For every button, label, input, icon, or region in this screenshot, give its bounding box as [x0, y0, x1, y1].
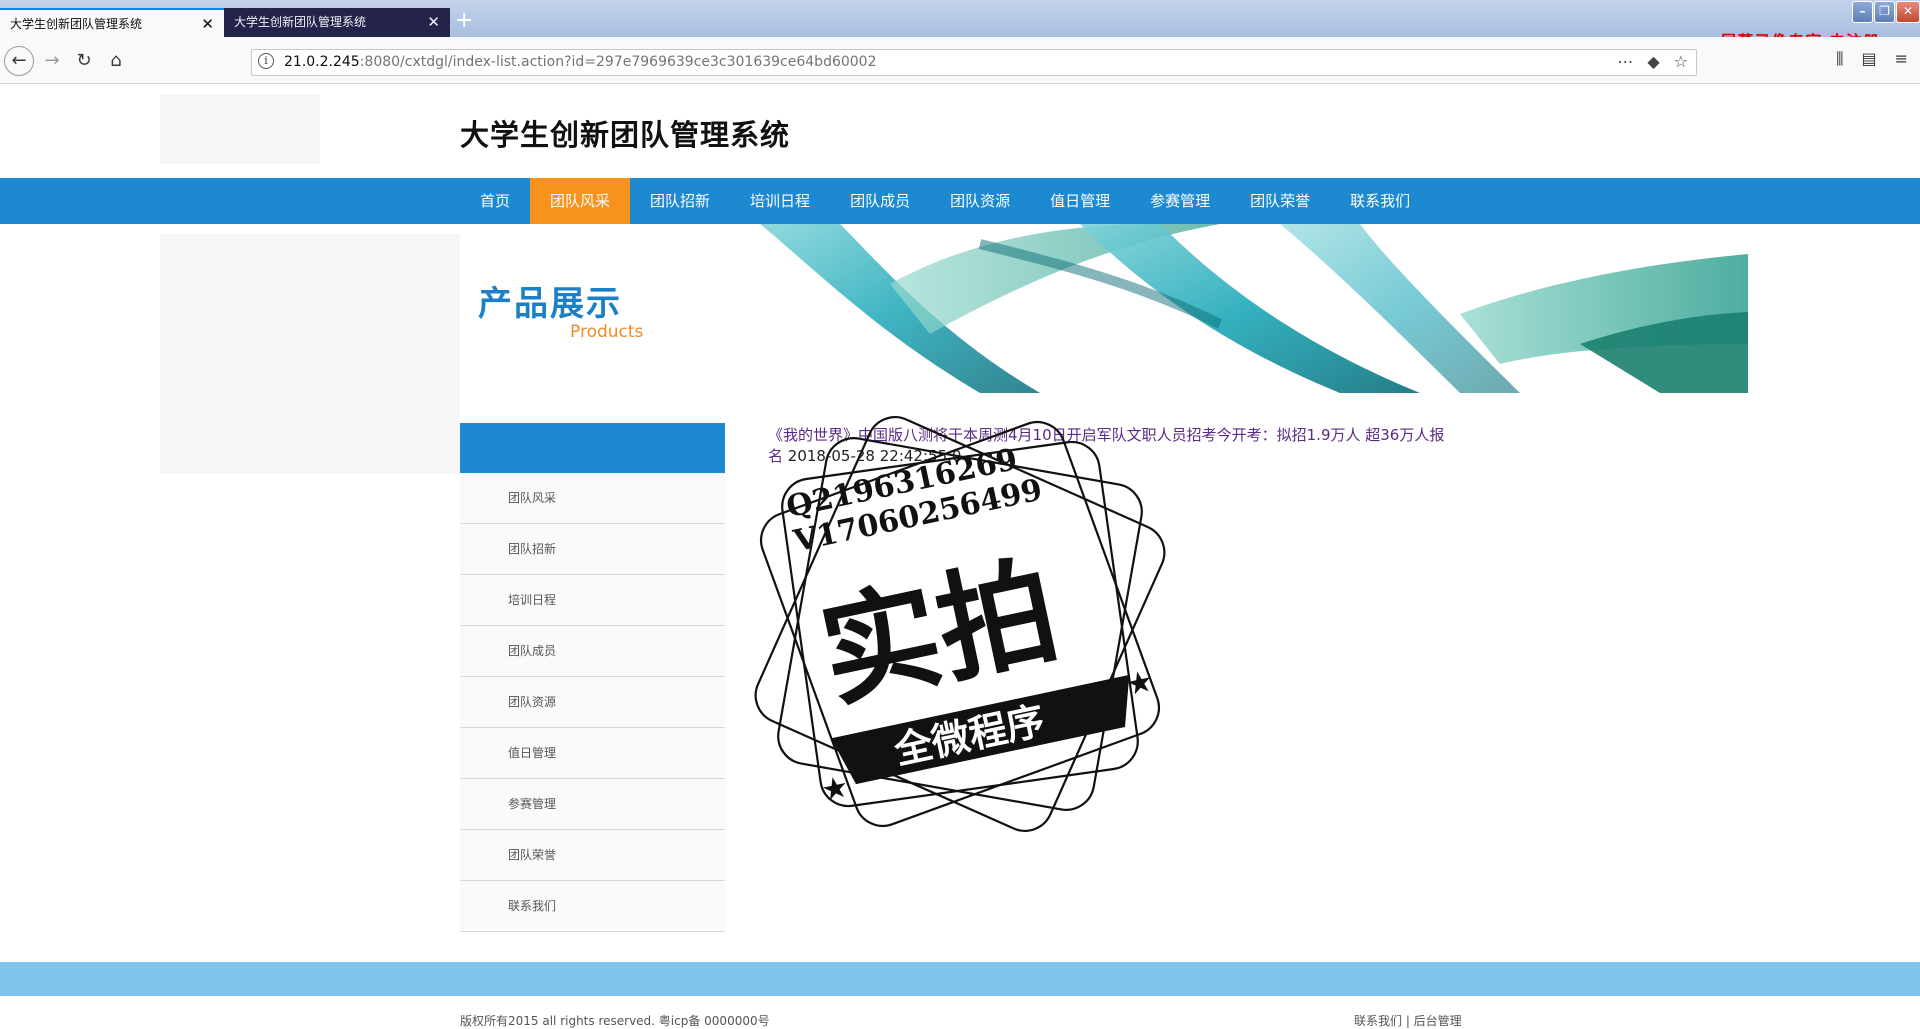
forward-arrow-icon[interactable]: → — [38, 47, 66, 75]
nav-item-resources[interactable]: 团队资源 — [930, 178, 1030, 224]
bookmark-star-icon[interactable]: ☆ — [1674, 52, 1688, 71]
sidebar-item-honors[interactable]: 团队荣誉 — [460, 830, 725, 881]
browser-toolbar: ← → ↻ ⌂ i 21.0.2.245:8080/cxtdgl/index-l… — [0, 37, 1920, 84]
url-path: :8080/cxtdgl/index-list.action?id=297e79… — [359, 54, 877, 70]
menu-icon[interactable]: ≡ — [1895, 49, 1908, 69]
nav-item-home[interactable]: 首页 — [460, 178, 530, 224]
tab-title: 大学生创新团队管理系统 — [10, 17, 143, 31]
sidebar-icon[interactable]: ▤ — [1861, 49, 1876, 69]
nav-item-duty[interactable]: 值日管理 — [1030, 178, 1130, 224]
faint-background-block — [160, 94, 320, 164]
faint-background-block — [160, 234, 460, 474]
page-actions-icon[interactable]: ⋯ — [1617, 52, 1633, 71]
star-icon: ★ — [818, 769, 852, 809]
restore-icon[interactable]: ❐ — [1874, 1, 1895, 23]
nav-item-members[interactable]: 团队成员 — [830, 178, 930, 224]
banner: 产品展示 Products — [460, 224, 1748, 393]
url-text[interactable]: 21.0.2.245:8080/cxtdgl/index-list.action… — [284, 54, 877, 70]
nav-item-honors[interactable]: 团队荣誉 — [1230, 178, 1330, 224]
browser-tab-active[interactable]: 大学生创新团队管理系统 ✕ — [0, 8, 224, 37]
back-arrow-icon[interactable]: ← — [4, 46, 34, 76]
nav-item-team-style[interactable]: 团队风采 — [530, 178, 631, 224]
tab-close-icon[interactable]: ✕ — [201, 10, 214, 39]
footer-copyright: 版权所有2015 all rights reserved. 粤icp备 0000… — [460, 1014, 770, 1028]
nav-item-contact[interactable]: 联系我们 — [1330, 178, 1430, 224]
library-icon[interactable]: ⫼ — [1836, 49, 1843, 69]
new-tab-button[interactable]: + — [455, 10, 473, 32]
url-bar[interactable]: i 21.0.2.245:8080/cxtdgl/index-list.acti… — [251, 49, 1697, 76]
sidebar-item-recruit[interactable]: 团队招新 — [460, 524, 725, 575]
footer-links[interactable]: 联系我们 | 后台管理 — [1354, 1012, 1462, 1029]
home-icon[interactable]: ⌂ — [102, 47, 130, 75]
toolbar-right: ⫼ ▤ ≡ — [1836, 49, 1908, 69]
sidebar-item-team-style[interactable]: 团队风采 — [460, 473, 725, 524]
sidebar-header — [460, 423, 725, 473]
pocket-icon[interactable]: ◆ — [1647, 52, 1659, 71]
page-content: 大学生创新团队管理系统 首页 团队风采 团队招新 培训日程 团队成员 团队资源 … — [0, 84, 1920, 1029]
minimize-icon[interactable]: – — [1852, 1, 1873, 23]
tab-close-icon[interactable]: ✕ — [427, 8, 440, 37]
sidebar-item-duty[interactable]: 值日管理 — [460, 728, 725, 779]
sidebar-item-training[interactable]: 培训日程 — [460, 575, 725, 626]
url-actions: ⋯ ◆ ☆ — [1617, 52, 1688, 71]
nav-item-competition[interactable]: 参赛管理 — [1130, 178, 1230, 224]
window-controls: – ❐ ✕ — [1852, 0, 1920, 26]
sidebar-item-resources[interactable]: 团队资源 — [460, 677, 725, 728]
sidebar-item-contact[interactable]: 联系我们 — [460, 881, 725, 932]
site-title: 大学生创新团队管理系统 — [460, 118, 791, 152]
browser-tab-inactive[interactable]: 大学生创新团队管理系统 ✕ — [224, 8, 450, 37]
browser-tab-bar: 大学生创新团队管理系统 ✕ 大学生创新团队管理系统 ✕ + – ❐ ✕ 屏幕录像… — [0, 0, 1920, 51]
sidebar: 团队风采 团队招新 培训日程 团队成员 团队资源 值日管理 参赛管理 团队荣誉 … — [460, 423, 725, 932]
window-close-icon[interactable]: ✕ — [1896, 1, 1920, 23]
banner-artwork — [760, 224, 1748, 393]
star-icon: ★ — [1123, 664, 1157, 704]
footer-band — [0, 962, 1920, 996]
sidebar-item-competition[interactable]: 参赛管理 — [460, 779, 725, 830]
nav-item-recruit[interactable]: 团队招新 — [630, 178, 730, 224]
banner-title: 产品展示 — [478, 284, 622, 324]
sidebar-item-members[interactable]: 团队成员 — [460, 626, 725, 677]
url-host: 21.0.2.245 — [284, 54, 360, 70]
main-navigation: 首页 团队风采 团队招新 培训日程 团队成员 团队资源 值日管理 参赛管理 团队… — [0, 178, 1920, 224]
tab-title: 大学生创新团队管理系统 — [234, 15, 367, 29]
banner-subtitle: Products — [570, 322, 644, 342]
stamp-watermark: Q2196316269 V17060256499 实拍 全微程序 ★ ★ — [754, 416, 1166, 832]
site-info-icon[interactable]: i — [258, 53, 274, 69]
reload-icon[interactable]: ↻ — [70, 47, 98, 75]
nav-item-training[interactable]: 培训日程 — [730, 178, 830, 224]
